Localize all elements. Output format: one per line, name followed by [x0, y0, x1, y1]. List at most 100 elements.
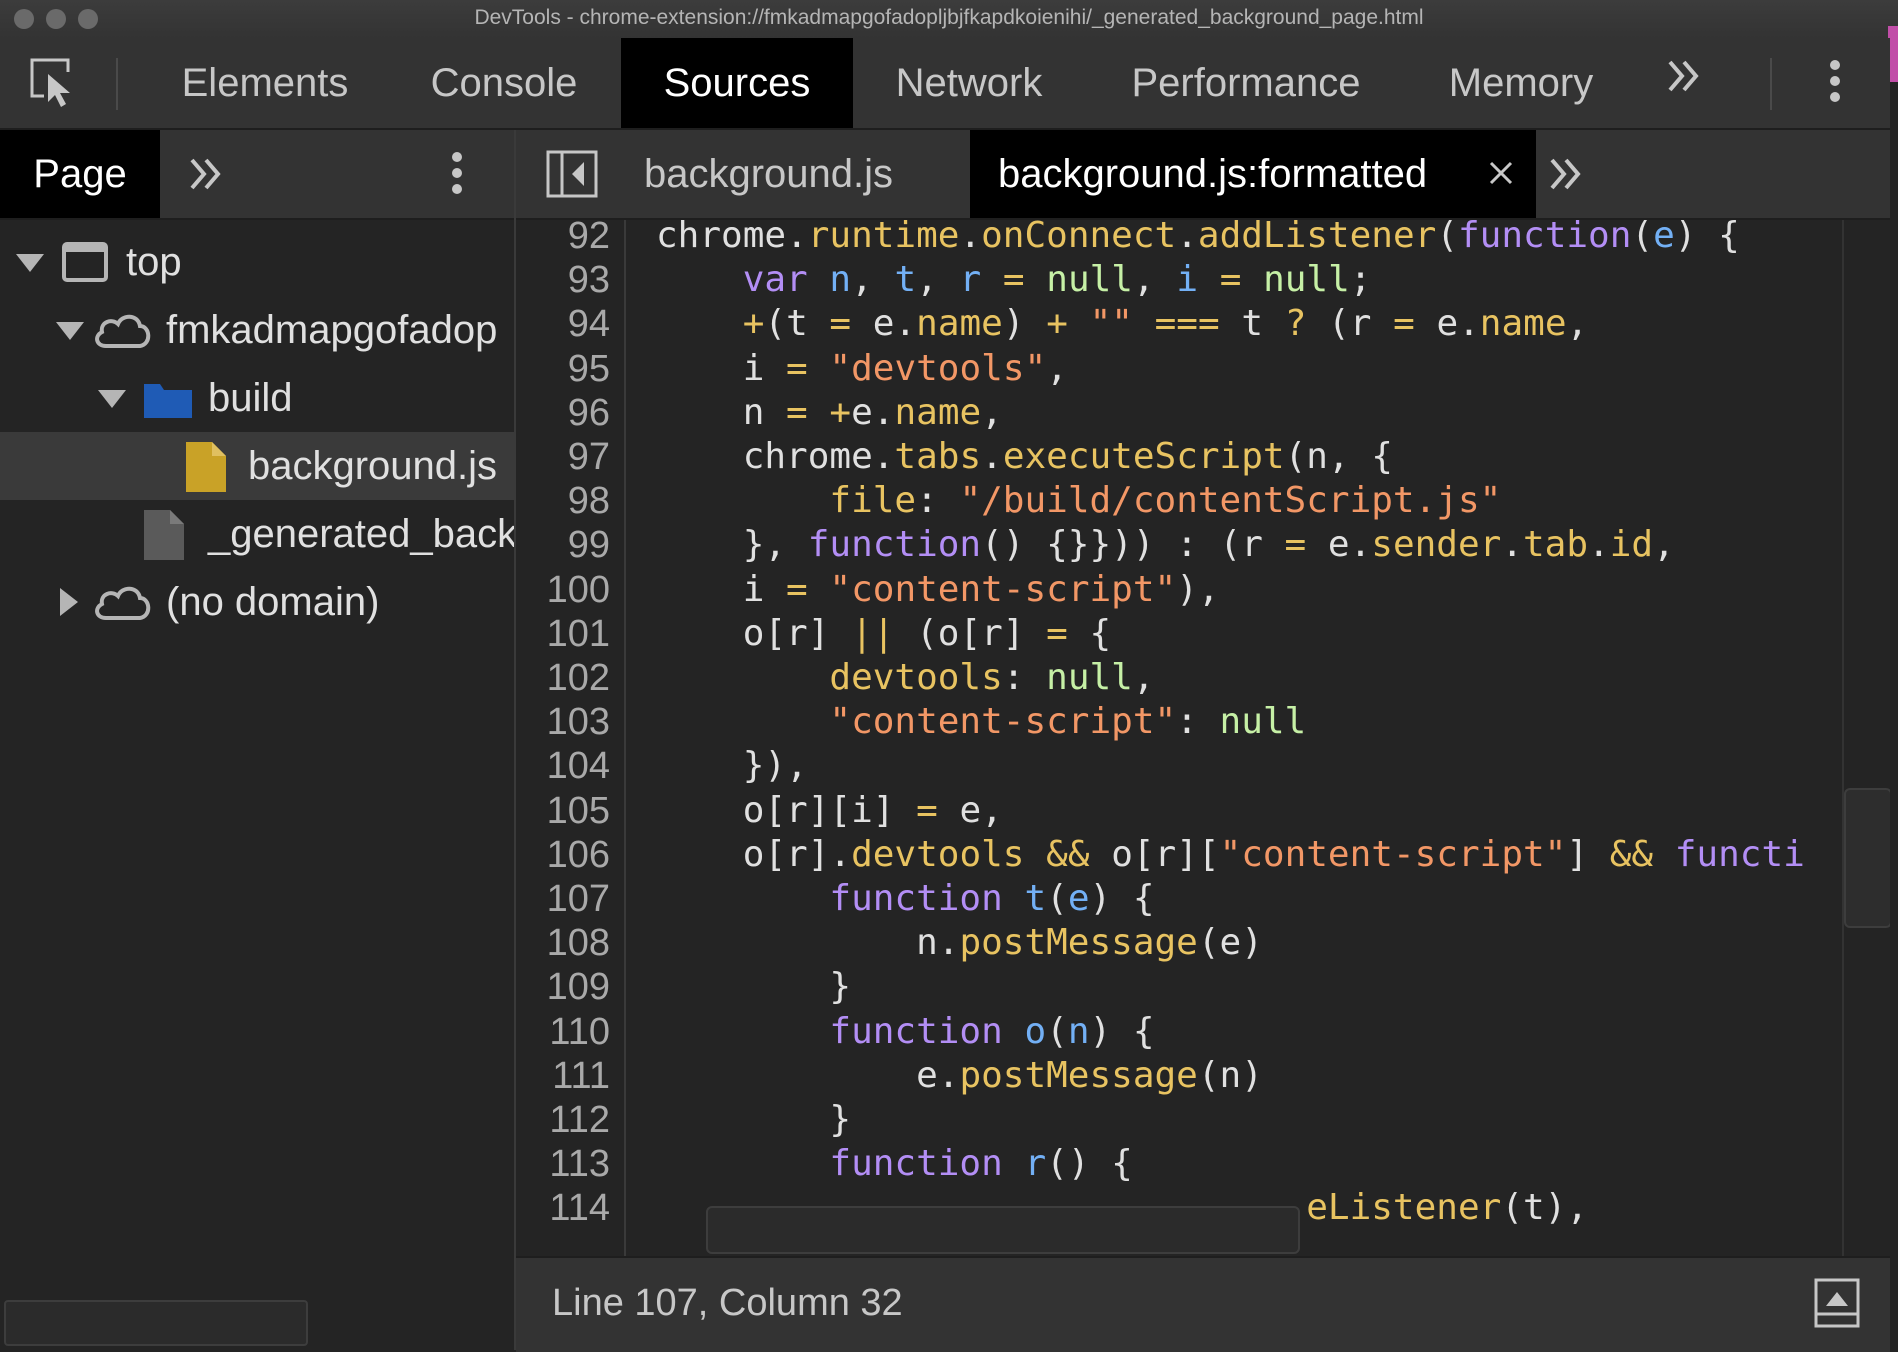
line-number[interactable]: 109 — [516, 965, 610, 1009]
line-number[interactable]: 94 — [516, 302, 610, 346]
code-token: ( — [1631, 220, 1654, 256]
tab-performance[interactable]: Performance — [1098, 38, 1394, 128]
code-line[interactable]: "content-script": null — [656, 700, 1306, 744]
expand-arrow-icon[interactable] — [56, 322, 84, 340]
code-token: + — [829, 391, 852, 433]
line-number[interactable]: 104 — [516, 744, 610, 788]
line-number-gutter[interactable]: 92 93 94 95 96 97 98 99 100 101 102 103 104 105 106 107… — [516, 220, 626, 1256]
code-line[interactable]: o[r].devtools && o[r]["content-script"] … — [656, 833, 1805, 877]
code-token: && — [1609, 833, 1654, 875]
line-number[interactable]: 102 — [516, 656, 610, 700]
code-line[interactable]: +(t = e.name) + "" === t ? (r = e.name, — [656, 302, 1588, 346]
tab-sources[interactable]: Sources — [621, 38, 853, 128]
tree-item-generated-background-page[interactable]: _generated_back — [0, 500, 514, 568]
line-number[interactable]: 108 — [516, 921, 610, 965]
line-number[interactable]: 111 — [516, 1054, 610, 1098]
navigator-more-chevron-icon[interactable] — [188, 154, 224, 199]
more-tabs-chevron-icon[interactable] — [1666, 56, 1702, 106]
navigator-menu-icon[interactable] — [452, 152, 464, 200]
code-line[interactable]: devtools: null, — [656, 656, 1154, 700]
line-number[interactable]: 113 — [516, 1142, 610, 1186]
code-token: i — [656, 568, 787, 610]
horizontal-scrollbar-thumb[interactable] — [706, 1206, 1300, 1254]
inspect-element-icon[interactable] — [30, 58, 82, 110]
code-line[interactable]: n = +e.name, — [656, 391, 1003, 435]
editor-tab-background-js-formatted[interactable]: background.js:formatted — [970, 130, 1536, 218]
tab-memory[interactable]: Memory — [1410, 38, 1632, 128]
tree-item-extension-domain[interactable]: fmkadmapgofadop — [0, 296, 514, 364]
code-line[interactable]: o[r][i] = e, — [656, 789, 1003, 833]
code-line[interactable]: var n, t, r = null, i = null; — [656, 258, 1372, 302]
line-number[interactable]: 107 — [516, 877, 610, 921]
code-line[interactable]: n.postMessage(e) — [656, 921, 1263, 965]
cloud-icon — [95, 314, 151, 348]
line-number[interactable]: 103 — [516, 700, 610, 744]
line-number[interactable]: 106 — [516, 833, 610, 877]
expand-arrow-icon[interactable] — [16, 254, 44, 272]
customize-menu-icon[interactable] — [1830, 60, 1842, 108]
tab-page[interactable]: Page — [0, 130, 160, 218]
tree-item-top[interactable]: top — [0, 228, 514, 296]
code-token: = — [786, 347, 808, 389]
line-number[interactable]: 105 — [516, 789, 610, 833]
tab-elements[interactable]: Elements — [150, 38, 380, 128]
code-token: = — [1002, 259, 1025, 301]
line-number[interactable]: 100 — [516, 568, 610, 612]
code-line[interactable]: function t(e) { — [656, 877, 1154, 921]
line-number[interactable]: 114 — [516, 1186, 610, 1230]
code-line[interactable]: function o(n) { — [656, 1010, 1155, 1054]
code-token: (t — [764, 303, 830, 345]
code-editor[interactable]: 92 93 94 95 96 97 98 99 100 101 102 103 104 105 106 107… — [516, 220, 1890, 1256]
line-number[interactable]: 95 — [516, 347, 610, 391]
code-line[interactable]: i = "devtools", — [656, 347, 1068, 391]
tree-item-background-js[interactable]: background.js — [0, 432, 514, 500]
collapse-arrow-icon[interactable] — [60, 588, 78, 616]
tab-network[interactable]: Network — [860, 38, 1078, 128]
line-number[interactable]: 101 — [516, 612, 610, 656]
navigator-horizontal-scrollbar[interactable] — [4, 1300, 308, 1346]
line-number[interactable]: 96 — [516, 391, 610, 435]
code-line[interactable]: file: "/build/contentScript.js" — [656, 479, 1501, 523]
more-editor-tabs-chevron-icon[interactable] — [1548, 154, 1584, 199]
toggle-navigator-icon[interactable] — [546, 150, 598, 203]
line-number[interactable]: 97 — [516, 435, 610, 479]
code-line[interactable]: function r() { — [656, 1142, 1132, 1186]
code-token: : — [1002, 657, 1047, 698]
line-number[interactable]: 112 — [516, 1098, 610, 1142]
code-line[interactable]: } — [656, 1098, 851, 1142]
code-line[interactable]: }), — [656, 744, 808, 788]
code-token: ) { — [1089, 1010, 1155, 1052]
close-tab-icon[interactable] — [1488, 160, 1514, 186]
code-line[interactable]: chrome.runtime.onConnect.addListener(fun… — [656, 220, 1740, 258]
line-number[interactable]: 93 — [516, 258, 610, 302]
code-line[interactable]: o[r] || (o[r] = { — [656, 612, 1112, 656]
code-line[interactable]: } — [656, 965, 851, 1009]
code-line[interactable]: e.postMessage(n) — [656, 1054, 1263, 1098]
editor-tab-background-js[interactable]: background.js — [644, 130, 893, 218]
code-line[interactable]: }, function() {}})) : (r = e.sender.tab.… — [656, 523, 1675, 567]
code-token: null — [1046, 259, 1133, 301]
code-token: i — [656, 347, 787, 389]
tree-item-no-domain[interactable]: (no domain) — [0, 568, 514, 636]
code-token: addListener — [1197, 220, 1437, 256]
toggle-drawer-icon[interactable] — [1814, 1278, 1860, 1333]
vertical-scrollbar-thumb[interactable] — [1844, 788, 1890, 928]
line-number[interactable]: 98 — [516, 479, 610, 523]
code-line[interactable]: i = "content-script"), — [656, 568, 1220, 612]
code-token: function — [829, 1143, 1003, 1185]
tree-item-build-folder[interactable]: build — [0, 364, 514, 432]
line-number[interactable]: 99 — [516, 523, 610, 567]
line-number[interactable]: 92 — [516, 220, 610, 258]
expand-arrow-icon[interactable] — [98, 390, 126, 408]
tab-console[interactable]: Console — [392, 38, 616, 128]
line-number[interactable]: 110 — [516, 1010, 610, 1054]
code-line[interactable]: chrome.tabs.executeScript(n, { — [656, 435, 1393, 479]
frame-icon — [62, 242, 108, 282]
vertical-scroll-track — [1842, 220, 1844, 1256]
